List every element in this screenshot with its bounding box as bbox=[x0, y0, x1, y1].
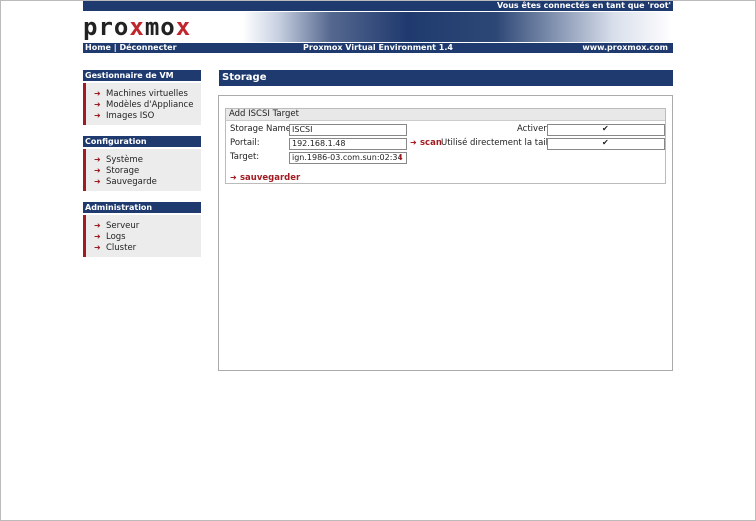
login-status: Vous êtes connectés en tant que 'root' bbox=[496, 1, 671, 10]
right-arrow-icon: ➜ bbox=[94, 243, 101, 252]
sidebar-item-iso-images[interactable]: ➜ Images ISO bbox=[86, 110, 201, 121]
right-arrow-icon: ➜ bbox=[94, 232, 101, 241]
right-arrow-icon: ➜ bbox=[94, 166, 101, 175]
target-select[interactable]: ign.1986-03.com.sun:02:34 ⬇ bbox=[289, 152, 407, 164]
checkmark-icon: ✔ bbox=[602, 124, 609, 133]
sidebar-admin-title: Administration bbox=[83, 202, 201, 213]
sidebar-item-server[interactable]: ➜ Serveur bbox=[86, 220, 201, 231]
proxmox-logo: proxmox bbox=[83, 13, 192, 41]
down-arrow-icon[interactable]: ⬇ bbox=[397, 153, 404, 163]
save-button[interactable]: ➜ sauvegarder bbox=[230, 173, 300, 183]
portal-input[interactable]: 192.168.1.48 bbox=[289, 138, 407, 150]
portal-label: Portail: bbox=[230, 138, 260, 148]
right-arrow-icon: ➜ bbox=[94, 221, 101, 230]
right-arrow-icon: ➜ bbox=[230, 173, 237, 182]
sidebar-item-logs[interactable]: ➜ Logs bbox=[86, 231, 201, 242]
iscsi-form: Add ISCSI Target Storage Name: ISCSI Por… bbox=[225, 108, 666, 184]
right-arrow-icon: ➜ bbox=[94, 100, 101, 109]
sidebar-item-virtual-machines[interactable]: ➜ Machines virtuelles bbox=[86, 88, 201, 99]
sidebar-item-backup[interactable]: ➜ Sauvegarde bbox=[86, 176, 201, 187]
right-arrow-icon: ➜ bbox=[94, 177, 101, 186]
sidebar-item-storage[interactable]: ➜ Storage bbox=[86, 165, 201, 176]
page-title: Storage bbox=[219, 70, 673, 86]
sidebar-item-cluster[interactable]: ➜ Cluster bbox=[86, 242, 201, 253]
right-arrow-icon: ➜ bbox=[94, 111, 101, 120]
direct-use-label: Utilisé directement la taille : bbox=[441, 138, 562, 148]
scan-link[interactable]: ➜ scan bbox=[410, 138, 442, 148]
activer-checkbox[interactable]: ✔ bbox=[547, 124, 665, 136]
right-arrow-icon: ➜ bbox=[94, 155, 101, 164]
sidebar-admin-section: Administration ➜ Serveur ➜ Logs ➜ Cluster bbox=[83, 202, 201, 257]
sidebar-vm-title: Gestionnaire de VM bbox=[83, 70, 201, 81]
checkmark-icon: ✔ bbox=[602, 138, 609, 147]
right-arrow-icon: ➜ bbox=[94, 89, 101, 98]
target-label: Target: bbox=[230, 152, 260, 162]
storage-name-input[interactable]: ISCSI bbox=[289, 124, 407, 136]
site-link[interactable]: www.proxmox.com bbox=[582, 43, 668, 52]
direct-use-checkbox[interactable]: ✔ bbox=[547, 138, 665, 150]
top-nav: Home | Déconnecter Proxmox Virtual Envir… bbox=[83, 43, 673, 53]
sidebar-vm-section: Gestionnaire de VM ➜ Machines virtuelles … bbox=[83, 70, 201, 125]
form-legend: Add ISCSI Target bbox=[226, 109, 665, 121]
sidebar-config-section: Configuration ➜ Système ➜ Storage ➜ Sauvega… bbox=[83, 136, 201, 191]
content-panel: Add ISCSI Target Storage Name: ISCSI Por… bbox=[218, 95, 673, 371]
sidebar-item-appliance-templates[interactable]: ➜ Modèles d'Appliance bbox=[86, 99, 201, 110]
sidebar-item-system[interactable]: ➜ Système bbox=[86, 154, 201, 165]
header-banner: proxmox bbox=[83, 12, 673, 42]
sidebar-config-title: Configuration bbox=[83, 136, 201, 147]
right-arrow-icon: ➜ bbox=[410, 138, 417, 147]
storage-name-label: Storage Name: bbox=[230, 124, 294, 134]
login-status-bar: Vous êtes connectés en tant que 'root' bbox=[83, 1, 673, 11]
activer-label: Activer: bbox=[517, 124, 550, 134]
